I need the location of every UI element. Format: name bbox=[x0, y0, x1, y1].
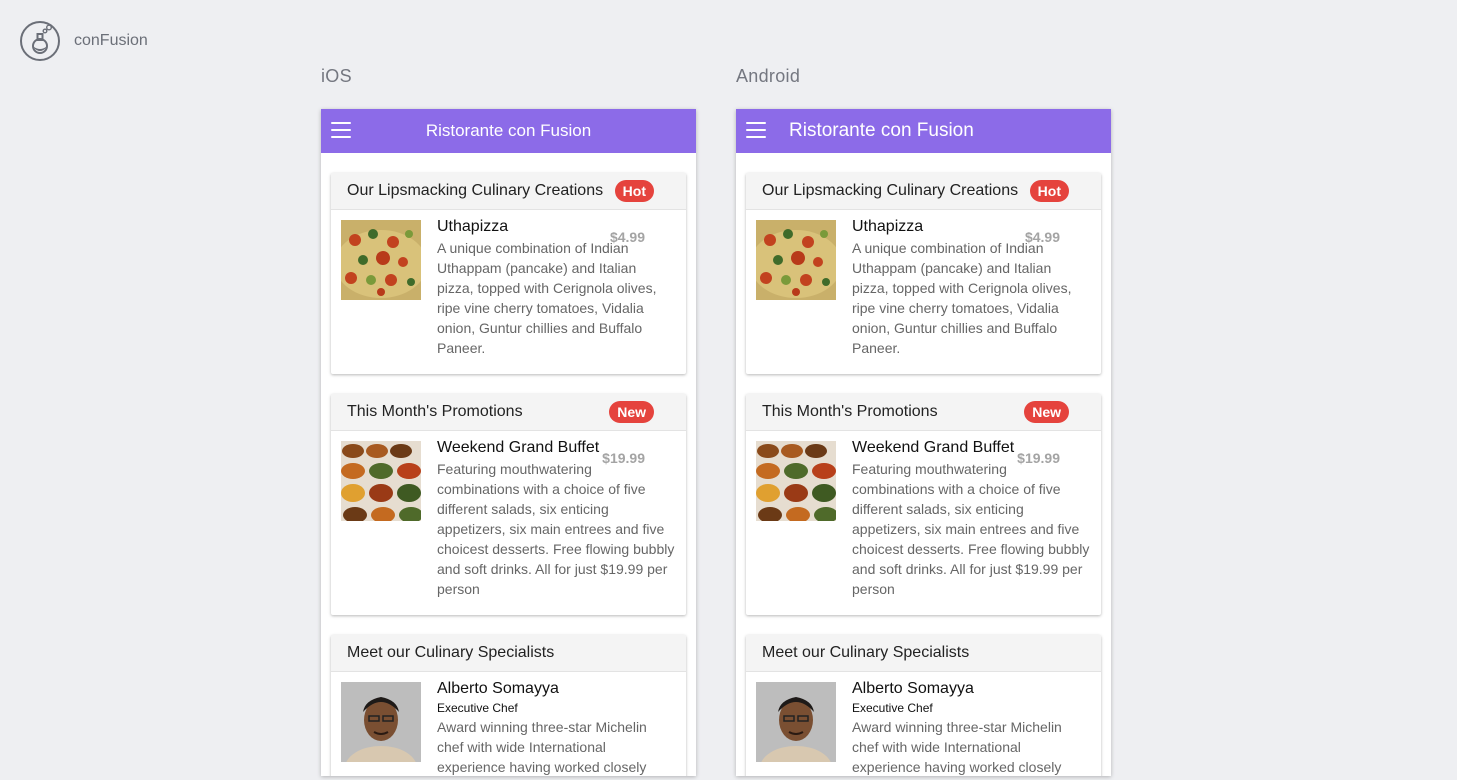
android-label: Android bbox=[736, 66, 801, 86]
android-device-preview: Ristorante con Fusion Our Lipsmacking Cu… bbox=[736, 109, 1111, 776]
leader-description: Award winning three-star Michelin chef w… bbox=[852, 719, 1062, 775]
card-header: Our Lipsmacking Culinary Creations Hot bbox=[331, 173, 686, 210]
promotion-price: $19.99 bbox=[602, 450, 645, 466]
card-title: This Month's Promotions bbox=[347, 403, 523, 420]
home-content: Our Lipsmacking Culinary Creations Hot U… bbox=[736, 153, 1111, 776]
buffet-image bbox=[341, 441, 421, 521]
promotion-item[interactable]: Weekend Grand Buffet Featuring mouthwate… bbox=[331, 431, 686, 615]
dish-description: A unique combination of Indian Uthappam … bbox=[852, 240, 1072, 356]
leader-card[interactable]: Meet our Culinary Specialists Alberto So… bbox=[746, 635, 1101, 776]
leader-name: Alberto Somayya bbox=[852, 680, 974, 697]
card-header: Meet our Culinary Specialists bbox=[331, 635, 686, 672]
new-badge: New bbox=[609, 401, 654, 423]
card-title: Meet our Culinary Specialists bbox=[762, 644, 970, 661]
dish-card[interactable]: Our Lipsmacking Culinary Creations Hot U… bbox=[746, 173, 1101, 374]
pizza-image bbox=[341, 220, 421, 300]
flask-logo-icon bbox=[20, 21, 60, 61]
leader-item[interactable]: Alberto Somayya Executive Chef Award win… bbox=[331, 672, 686, 776]
hamburger-menu-icon[interactable] bbox=[746, 122, 766, 140]
chef-photo bbox=[341, 682, 421, 762]
promotion-item[interactable]: Weekend Grand Buffet Featuring mouthwate… bbox=[746, 431, 1101, 615]
card-header: Our Lipsmacking Culinary Creations Hot bbox=[746, 173, 1101, 210]
chef-photo bbox=[756, 682, 836, 762]
dish-description: A unique combination of Indian Uthappam … bbox=[437, 240, 657, 356]
dish-item[interactable]: Uthapizza A unique combination of Indian… bbox=[746, 210, 1101, 374]
dish-price: $4.99 bbox=[1024, 229, 1060, 245]
dish-price: $4.99 bbox=[609, 229, 645, 245]
card-header: This Month's Promotions New bbox=[746, 394, 1101, 431]
promotion-price: $19.99 bbox=[1017, 450, 1060, 466]
hot-badge: Hot bbox=[1029, 180, 1069, 202]
pizza-image bbox=[756, 220, 836, 300]
leader-item[interactable]: Alberto Somayya Executive Chef Award win… bbox=[746, 672, 1101, 776]
toolbar-title: Ristorante con Fusion bbox=[789, 120, 974, 141]
leader-designation: Executive Chef bbox=[437, 701, 518, 715]
hot-badge: Hot bbox=[614, 180, 654, 202]
card-title: This Month's Promotions bbox=[762, 403, 938, 420]
card-title: Our Lipsmacking Culinary Creations bbox=[762, 182, 1019, 199]
hamburger-menu-icon[interactable] bbox=[331, 122, 351, 140]
dish-card[interactable]: Our Lipsmacking Culinary Creations Hot U… bbox=[331, 173, 686, 374]
toolbar: Ristorante con Fusion bbox=[736, 109, 1111, 153]
leader-name: Alberto Somayya bbox=[437, 680, 559, 697]
promotion-description: Featuring mouthwatering combinations wit… bbox=[852, 461, 1090, 597]
card-title: Our Lipsmacking Culinary Creations bbox=[347, 182, 604, 199]
toolbar-title: Ristorante con Fusion bbox=[425, 121, 592, 140]
brand[interactable]: conFusion bbox=[20, 21, 148, 61]
card-header: Meet our Culinary Specialists bbox=[746, 635, 1101, 672]
leader-card[interactable]: Meet our Culinary Specialists Alberto So… bbox=[331, 635, 686, 776]
promotion-description: Featuring mouthwatering combinations wit… bbox=[437, 461, 675, 597]
toolbar: Ristorante con Fusion bbox=[321, 109, 696, 153]
home-content: Our Lipsmacking Culinary Creations Hot U… bbox=[321, 153, 696, 776]
ios-device-preview: Ristorante con Fusion Our Lipsmacking Cu… bbox=[321, 109, 696, 776]
brand-name: conFusion bbox=[74, 32, 148, 49]
card-header: This Month's Promotions New bbox=[331, 394, 686, 431]
promotion-card[interactable]: This Month's Promotions New Weekend Gran… bbox=[746, 394, 1101, 615]
new-badge: New bbox=[1024, 401, 1069, 423]
ios-label: iOS bbox=[321, 66, 352, 86]
buffet-image bbox=[756, 441, 836, 521]
leader-description: Award winning three-star Michelin chef w… bbox=[437, 719, 647, 775]
dish-item[interactable]: Uthapizza A unique combination of Indian… bbox=[331, 210, 686, 374]
leader-designation: Executive Chef bbox=[852, 701, 933, 715]
promotion-card[interactable]: This Month's Promotions New Weekend Gran… bbox=[331, 394, 686, 615]
card-title: Meet our Culinary Specialists bbox=[347, 644, 555, 661]
